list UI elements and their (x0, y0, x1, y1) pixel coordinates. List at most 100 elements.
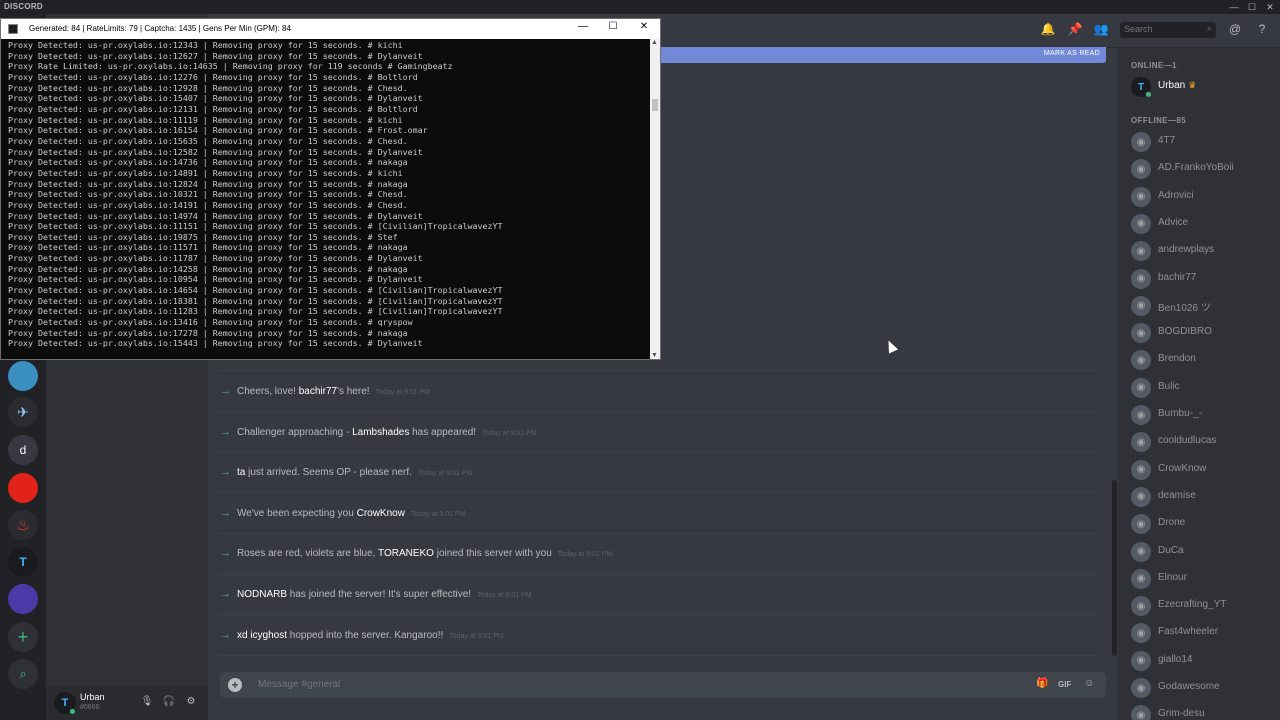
member-item[interactable]: ◉ giallo14 (1131, 649, 1277, 671)
close-button[interactable]: ✕ (1262, 0, 1278, 14)
scroll-up-icon[interactable]: ▲ (651, 39, 658, 46)
mark-as-read-button[interactable]: MARK AS READ (1044, 50, 1100, 57)
member-mention[interactable]: Lambshades (352, 427, 409, 438)
console-titlebar: Generated: 84 | RateLimits: 79 | Captcha… (1, 19, 660, 39)
guild-icon-d[interactable]: d (8, 435, 38, 465)
member-item[interactable]: ◉ deamise (1131, 485, 1277, 507)
member-item[interactable]: ◉ Ezecrafting_YT (1131, 594, 1277, 617)
timestamp: Today at 9:01 PM (410, 511, 466, 518)
discord-avatar-icon: ◉ (1131, 705, 1151, 720)
message-divider (218, 452, 1098, 453)
system-message: → ta just arrived. Seems OP - please nerf… (220, 466, 473, 478)
system-message: → Roses are red, violets are blue, TORANE… (220, 547, 613, 559)
gift-icon[interactable]: 🎁 (1036, 678, 1048, 689)
guild-icon-1[interactable] (8, 361, 38, 391)
member-name: Urban ♛ (1158, 80, 1197, 91)
member-item[interactable]: ◉ AD.FrankoYoBoii (1131, 157, 1277, 180)
member-item[interactable]: ◉ Ben1026 ツ (1131, 294, 1277, 316)
console-line: Proxy Detected: us-pr.oxylabs.io:12928 |… (8, 82, 408, 93)
console-line: Proxy Detected: us-pr.oxylabs.io:11151 |… (8, 221, 503, 232)
console-maximize-button[interactable]: ☐ (605, 21, 621, 32)
member-item[interactable]: ◉ bachir77 (1131, 267, 1277, 289)
help-icon[interactable]: ? (1254, 22, 1270, 36)
console-line: Proxy Detected: us-pr.oxylabs.io:17278 |… (8, 327, 408, 338)
bell-icon[interactable]: 🔔 (1040, 22, 1056, 36)
discord-avatar-icon: ◉ (1131, 295, 1151, 316)
member-name: Brendon (1158, 353, 1196, 365)
console-line: Proxy Detected: us-pr.oxylabs.io:15443 |… (8, 338, 423, 349)
discord-avatar-icon: ◉ (1131, 623, 1151, 644)
member-mention[interactable]: xd icyghost (237, 630, 287, 641)
member-mention[interactable]: NODNARB (237, 589, 287, 600)
maximize-button[interactable]: ☐ (1244, 0, 1260, 14)
explore-search-icon[interactable]: ⌕ (8, 659, 38, 689)
console-line: Proxy Detected: us-pr.oxylabs.io:14736 |… (8, 157, 408, 168)
join-arrow-icon: → (220, 547, 231, 559)
search-input[interactable]: Search ⌕ (1120, 22, 1216, 38)
new-messages-bar[interactable]: MARK AS READ (658, 47, 1106, 63)
username: Urban (80, 692, 105, 702)
crown-icon: ♛ (1188, 80, 1197, 90)
console-minimize-button[interactable]: — (575, 21, 591, 32)
member-item[interactable]: ◉ CrowKnow (1131, 458, 1277, 480)
member-item[interactable]: ◉ Godawesome (1131, 676, 1277, 698)
message-divider (218, 370, 1098, 371)
join-arrow-icon: → (220, 426, 231, 438)
console-close-button[interactable]: ✕ (636, 21, 652, 32)
user-panel: T Urban #0666 🎙 🎧 ⚙ (46, 686, 208, 720)
member-item[interactable]: ◉ Fast4wheeler (1131, 621, 1277, 644)
gear-icon[interactable]: ⚙ (184, 696, 198, 707)
gif-icon[interactable]: GIF (1058, 680, 1071, 689)
member-item[interactable]: ◉ Bumbu-_- (1131, 403, 1277, 425)
member-name: bachir77 (1158, 271, 1197, 283)
member-item[interactable]: ◉ Drone (1131, 512, 1277, 535)
message-input[interactable]: Message #general (258, 679, 340, 690)
microphone-icon[interactable]: 🎙 (140, 696, 154, 707)
minimize-button[interactable]: — (1226, 0, 1242, 14)
console-line: Proxy Detected: us-pr.oxylabs.io:15407 |… (8, 93, 423, 104)
member-item[interactable]: T Urban ♛ (1131, 75, 1277, 98)
guild-icon-2[interactable]: ✈ (8, 397, 38, 427)
chat-scrollbar[interactable] (1112, 480, 1117, 656)
console-line: Proxy Detected: us-pr.oxylabs.io:12131 |… (8, 103, 418, 114)
search-icon: ⌕ (1206, 23, 1212, 33)
emoji-icon[interactable]: ☺ (1084, 678, 1094, 689)
member-item[interactable]: ◉ Adrovici (1131, 185, 1277, 207)
member-item[interactable]: ◉ Advice (1131, 212, 1277, 234)
discord-avatar-icon: ◉ (1131, 596, 1151, 617)
guild-icon-6[interactable]: T (8, 547, 38, 577)
member-item[interactable]: ◉ Bulic (1131, 376, 1277, 398)
console-line: Proxy Detected: us-pr.oxylabs.io:14258 |… (8, 263, 408, 274)
guild-icon-4[interactable] (8, 473, 38, 503)
member-item[interactable]: ◉ BOGDIBRO (1131, 321, 1277, 344)
member-mention[interactable]: bachir77 (299, 386, 337, 397)
member-item[interactable]: ◉ Elnour (1131, 567, 1277, 589)
member-name: Godawesome (1158, 681, 1220, 692)
member-item[interactable]: ◉ DuCa (1131, 540, 1277, 562)
discord-avatar-icon: ◉ (1131, 213, 1151, 234)
message-composer[interactable]: + Message #general 🎁 GIF ☺ (220, 672, 1106, 698)
mention-icon[interactable]: @ (1227, 22, 1243, 36)
member-item[interactable]: ◉ andrewplays (1131, 239, 1277, 262)
system-message: → Challenger approaching - Lambshades has… (220, 426, 537, 438)
join-arrow-icon: → (220, 385, 231, 397)
member-mention[interactable]: CrowKnow (357, 508, 405, 519)
upload-plus-icon[interactable]: + (228, 678, 242, 692)
console-scrollbar[interactable]: ▲ ▼ (650, 39, 660, 359)
headphones-icon[interactable]: 🎧 (162, 696, 176, 707)
member-mention[interactable]: TORANEKO (378, 548, 434, 559)
member-item[interactable]: ◉ 4T7 (1131, 130, 1277, 152)
console-line: Proxy Detected: us-pr.oxylabs.io:16154 |… (8, 125, 428, 136)
console-line: Proxy Detected: us-pr.oxylabs.io:12343 |… (8, 40, 403, 50)
members-icon[interactable]: 👥 (1093, 22, 1109, 36)
scroll-thumb[interactable] (652, 99, 658, 111)
scroll-down-icon[interactable]: ▼ (651, 352, 658, 359)
member-item[interactable]: ◉ Grim-desu (1131, 703, 1277, 720)
message-divider (218, 411, 1098, 412)
add-server-icon[interactable]: + (8, 622, 38, 652)
member-item[interactable]: ◉ cooldudlucas (1131, 430, 1277, 453)
guild-icon-7[interactable] (8, 584, 38, 614)
member-item[interactable]: ◉ Brendon (1131, 348, 1277, 371)
pin-icon[interactable]: 📌 (1067, 22, 1083, 36)
guild-icon-5[interactable]: ♨ (8, 510, 38, 540)
